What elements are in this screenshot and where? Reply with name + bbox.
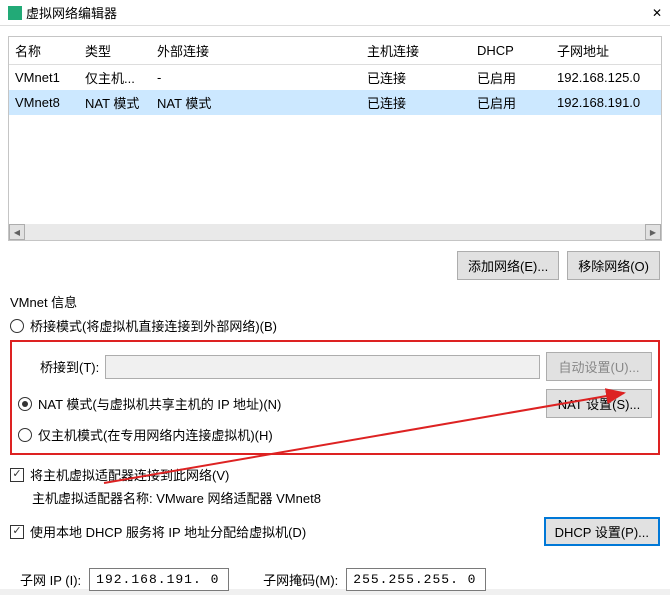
subnet-mask-input[interactable] <box>346 568 486 591</box>
checkbox-icon <box>10 468 24 482</box>
radio-icon <box>18 428 32 442</box>
radio-icon <box>18 397 32 411</box>
vmnet-info-label: VMnet 信息 <box>0 288 670 313</box>
radio-hostonly[interactable]: 仅主机模式(在专用网络内连接虚拟机)(H) <box>18 422 652 447</box>
subnet-mask-label: 子网掩码(M): <box>263 570 338 589</box>
radio-bridge[interactable]: 桥接模式(将虚拟机直接连接到外部网络)(B) <box>10 313 660 338</box>
titlebar: 虚拟网络编辑器 ✕ <box>0 0 670 26</box>
remove-network-button[interactable]: 移除网络(O) <box>567 251 660 280</box>
col-subnet[interactable]: 子网地址 <box>551 37 661 65</box>
radio-icon <box>10 319 24 333</box>
check-host-adapter[interactable]: 将主机虚拟适配器连接到此网络(V) <box>10 461 660 488</box>
close-icon[interactable]: ✕ <box>652 6 662 20</box>
col-type[interactable]: 类型 <box>79 37 151 65</box>
dhcp-settings-button[interactable]: DHCP 设置(P)... <box>544 517 660 546</box>
check-dhcp[interactable]: 使用本地 DHCP 服务将 IP 地址分配给虚拟机(D) <box>10 518 538 545</box>
highlighted-region: 桥接到(T): 自动设置(U)... NAT 模式(与虚拟机共享主机的 IP 地… <box>10 340 660 455</box>
bridge-to-label: 桥接到(T): <box>40 357 99 376</box>
scroll-right-icon[interactable]: ▶ <box>645 224 661 240</box>
scroll-track[interactable] <box>25 224 645 240</box>
scroll-left-icon[interactable]: ◀ <box>9 224 25 240</box>
add-network-button[interactable]: 添加网络(E)... <box>457 251 559 280</box>
col-external[interactable]: 外部连接 <box>151 37 361 65</box>
table-row[interactable]: VMnet8 NAT 模式 NAT 模式 已连接 已启用 192.168.191… <box>9 90 661 115</box>
subnet-ip-label: 子网 IP (I): <box>20 570 81 589</box>
radio-nat[interactable]: NAT 模式(与虚拟机共享主机的 IP 地址)(N) <box>18 391 540 416</box>
nat-settings-button[interactable]: NAT 设置(S)... <box>546 389 652 418</box>
auto-settings-button[interactable]: 自动设置(U)... <box>546 352 652 381</box>
col-name[interactable]: 名称 <box>9 37 79 65</box>
checkbox-icon <box>10 525 24 539</box>
subnet-ip-input[interactable] <box>89 568 229 591</box>
horizontal-scrollbar[interactable]: ◀ ▶ <box>9 224 661 240</box>
col-host[interactable]: 主机连接 <box>361 37 471 65</box>
table-row[interactable]: VMnet1 仅主机... - 已连接 已启用 192.168.125.0 <box>9 65 661 91</box>
col-dhcp[interactable]: DHCP <box>471 37 551 65</box>
window-title: 虚拟网络编辑器 <box>26 3 117 22</box>
adapter-name-label: 主机虚拟适配器名称: VMware 网络适配器 VMnet8 <box>10 488 660 513</box>
app-icon <box>8 6 22 20</box>
bridge-adapter-dropdown[interactable] <box>105 355 540 379</box>
network-table[interactable]: 名称 类型 外部连接 主机连接 DHCP 子网地址 VMnet1 仅主机... … <box>8 36 662 241</box>
